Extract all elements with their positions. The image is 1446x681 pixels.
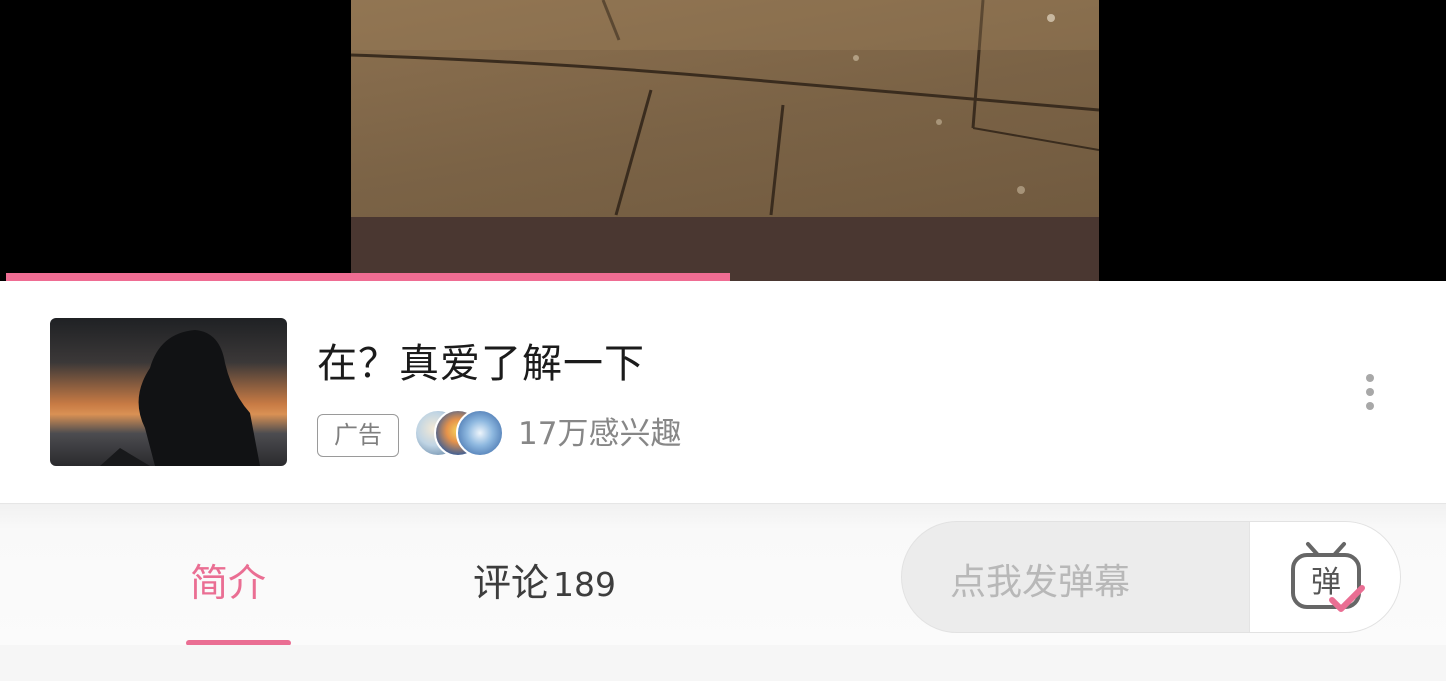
interested-user-avatars	[414, 409, 506, 459]
video-progress-fill	[6, 273, 731, 281]
ad-interest-count: 17万感兴趣	[518, 416, 682, 452]
ad-card[interactable]: 在？真爱了解一下 广告 17万感兴趣	[0, 281, 1446, 503]
content-area-top	[0, 645, 1446, 681]
ad-title[interactable]: 在？真爱了解一下	[317, 331, 645, 389]
ad-thumbnail[interactable]	[50, 318, 287, 466]
tab-comments[interactable]: 评论 189	[473, 552, 616, 607]
video-bottom-band	[351, 217, 1099, 281]
danmaku-glyph: 弹	[1311, 565, 1341, 600]
danmaku-toggle-button[interactable]: 弹	[1249, 522, 1400, 632]
video-tab-bar: 简介 评论 189 点我发弹幕 弹	[0, 503, 1446, 646]
more-vertical-icon[interactable]	[1356, 369, 1384, 419]
danmaku-placeholder[interactable]: 点我发弹幕	[950, 553, 1130, 605]
video-frame[interactable]	[351, 0, 1099, 281]
avatar	[456, 409, 504, 457]
danmaku-input[interactable]: 点我发弹幕 弹	[901, 521, 1401, 633]
comments-count: 189	[553, 565, 617, 604]
ad-badge: 广告	[317, 414, 399, 457]
silhouette-image	[100, 330, 260, 466]
video-player[interactable]	[0, 0, 1446, 281]
video-progress-bar[interactable]	[6, 273, 1440, 281]
tab-comments-label: 评论	[473, 561, 550, 605]
tab-intro[interactable]: 简介	[190, 552, 266, 607]
danmaku-tv-icon: 弹	[1291, 542, 1365, 612]
